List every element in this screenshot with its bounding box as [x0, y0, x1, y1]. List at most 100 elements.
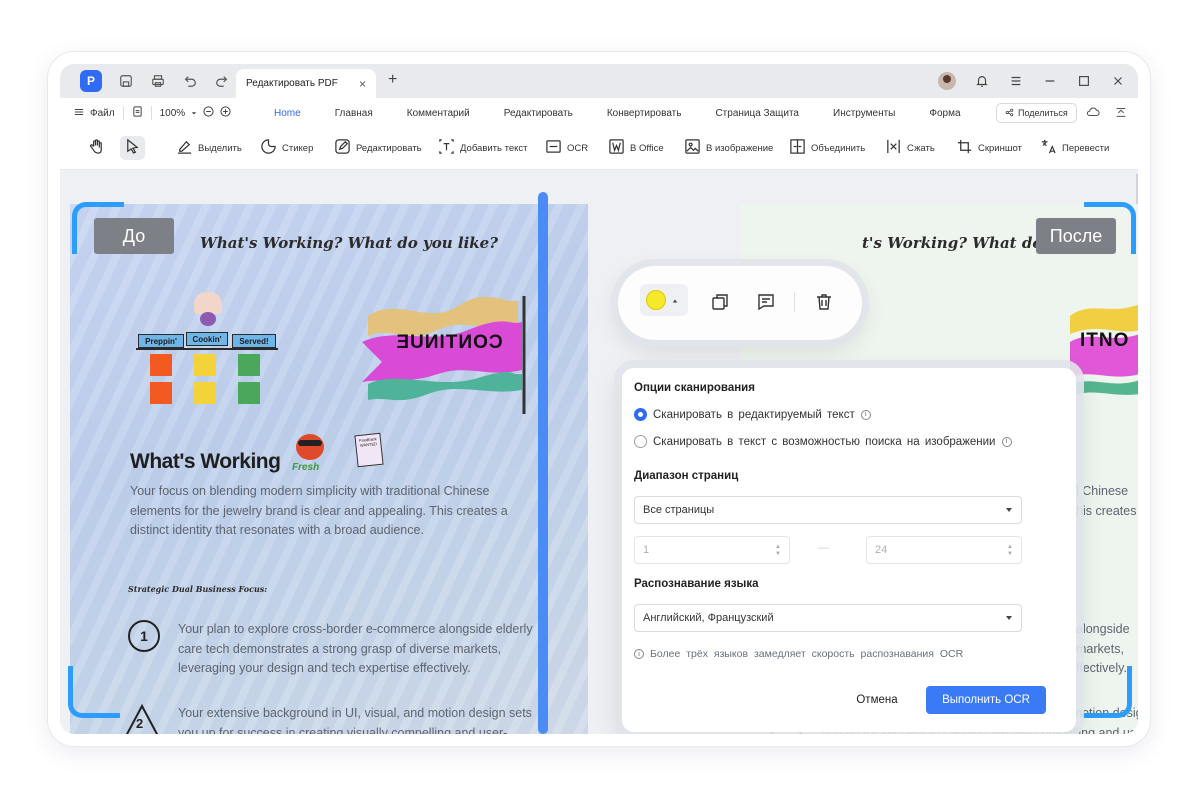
title-bar: P Редактировать PDF × + — [60, 64, 1138, 98]
collapse-ribbon-icon[interactable] — [1114, 105, 1128, 122]
screenshot-frame: P Редактировать PDF × + Файл 100% Home Г… — [48, 52, 1150, 746]
tool-highlight[interactable]: Выделить — [176, 136, 242, 160]
user-avatar[interactable] — [938, 72, 956, 90]
tool-to-office[interactable]: В Office — [608, 136, 664, 160]
trash-icon[interactable] — [814, 292, 834, 312]
radio-editable-text-label: Сканировать в редактируемый текст — [653, 408, 855, 421]
stepper-icon[interactable]: ▲ ▼ — [775, 544, 781, 558]
paragraph-1-right: l Chinese his creates — [1076, 482, 1138, 521]
menu-main[interactable]: Главная — [335, 108, 373, 119]
close-tab-icon[interactable]: × — [359, 77, 366, 91]
zoom-in-icon[interactable] — [220, 106, 231, 120]
cancel-button[interactable]: Отмена — [842, 686, 912, 714]
menu-page-protect[interactable]: Страница Защита — [715, 108, 799, 119]
cloud-icon[interactable] — [1086, 105, 1100, 122]
save-icon[interactable] — [118, 73, 134, 89]
to-page-input[interactable]: 24 ▲ ▼ — [866, 536, 1022, 564]
color-block — [238, 354, 260, 376]
sunglasses-icon — [298, 440, 322, 446]
paragraph-line: alongside — [1076, 622, 1130, 636]
language-select[interactable]: Английский, Французский — [634, 604, 1022, 632]
language-hint: i Более трёх языков замедляет скорость р… — [634, 648, 963, 660]
share-label: Поделиться — [1018, 108, 1068, 118]
board-rule — [136, 348, 278, 350]
screenshot-icon — [956, 138, 973, 158]
tool-edit[interactable]: Редактировать — [334, 136, 422, 160]
radio-editable-text[interactable]: Сканировать в редактируемый текст i — [634, 408, 871, 421]
share-button[interactable]: Поделиться — [996, 103, 1077, 123]
minimize-icon[interactable] — [1042, 73, 1058, 89]
radio-button-selected[interactable] — [634, 408, 647, 421]
close-window-icon[interactable] — [1110, 73, 1126, 89]
main-menu: Home Главная Комментарий Редактировать К… — [274, 98, 995, 128]
tool-translate[interactable]: Перевести — [1040, 136, 1109, 160]
file-menu[interactable]: Файл — [74, 107, 115, 120]
block-label-preppin: Preppin' — [138, 334, 184, 348]
hand-tool[interactable] — [88, 136, 105, 160]
menu-home[interactable]: Home — [274, 108, 301, 119]
tool-sticker-label: Стикер — [282, 142, 314, 154]
floating-annotation-toolbar — [618, 266, 862, 340]
scan-options-title: Опции сканирования — [634, 382, 755, 394]
translate-icon — [1040, 138, 1057, 158]
menu-form[interactable]: Форма — [929, 108, 960, 119]
tool-merge[interactable]: Объединить — [789, 136, 865, 160]
menu-comment[interactable]: Комментарий — [407, 108, 470, 119]
page-range-select[interactable]: Все страницы — [634, 496, 1022, 524]
color-block — [150, 354, 172, 376]
zoom-control[interactable]: 100% — [160, 106, 232, 120]
highlight-color-picker[interactable] — [640, 284, 688, 316]
menu-convert[interactable]: Конвертировать — [607, 108, 682, 119]
tool-merge-label: Объединить — [811, 142, 866, 154]
tool-add-text[interactable]: Добавить текст — [438, 136, 528, 160]
menu-edit[interactable]: Редактировать — [504, 108, 573, 119]
redo-icon[interactable] — [214, 73, 230, 89]
document-canvas[interactable]: What's Working? What do you like? Preppi… — [60, 170, 1138, 734]
color-block — [238, 382, 260, 404]
maximize-icon[interactable] — [1076, 73, 1092, 89]
print-icon[interactable] — [150, 73, 166, 89]
tool-ocr[interactable]: OCR — [545, 136, 588, 160]
info-icon[interactable]: i — [1001, 436, 1012, 447]
radio-searchable-text[interactable]: Сканировать в текст с возможностью поиск… — [634, 435, 1012, 448]
tool-screenshot[interactable]: Скриншот — [956, 136, 1022, 160]
banner-text-right: ITNO — [1080, 330, 1130, 351]
page-icon[interactable] — [132, 106, 143, 120]
from-page-input[interactable]: 1 ▲ ▼ — [634, 536, 790, 564]
strategic-label: Strategic Dual Business Focus: — [128, 584, 268, 594]
tool-translate-label: Перевести — [1062, 142, 1110, 154]
crop-corner-top-left — [72, 202, 124, 254]
app-logo-icon[interactable]: P — [80, 70, 102, 92]
zoom-out-icon[interactable] — [203, 106, 214, 120]
select-tool[interactable] — [120, 136, 145, 160]
menu-tools[interactable]: Инструменты — [833, 108, 895, 119]
dropdown-caret-icon — [1006, 508, 1012, 512]
block-label-served: Served! — [232, 334, 276, 348]
number-badge-1: 1 — [128, 620, 160, 652]
info-icon[interactable]: i — [860, 409, 871, 420]
ribbon-toolbar: Выделить Стикер Редактировать Добавить т… — [60, 128, 1138, 170]
compare-slider-handle[interactable] — [538, 192, 548, 734]
tool-compress[interactable]: Сжать — [885, 136, 935, 160]
run-ocr-button[interactable]: Выполнить OCR — [926, 686, 1046, 714]
new-tab-icon[interactable]: + — [388, 71, 397, 89]
chef-hat-illustration — [194, 292, 222, 314]
zoom-dropdown-icon[interactable] — [191, 108, 197, 119]
add-text-icon — [438, 138, 455, 158]
tool-to-image[interactable]: В изображение — [684, 136, 773, 160]
edit-icon — [334, 138, 351, 158]
radio-button[interactable] — [634, 435, 647, 448]
zoom-value: 100% — [159, 107, 186, 119]
comment-icon[interactable] — [756, 292, 776, 312]
bell-icon[interactable] — [974, 73, 990, 89]
tool-sticker[interactable]: Стикер — [260, 136, 313, 160]
color-block — [194, 354, 216, 376]
hamburger-menu-icon[interactable] — [1008, 73, 1024, 89]
stepper-icon[interactable]: ▲ ▼ — [1007, 544, 1013, 558]
section-heading: What's Working — [130, 450, 281, 473]
language-title: Распознавание языка — [634, 578, 759, 590]
undo-icon[interactable] — [182, 73, 198, 89]
copy-icon[interactable] — [710, 292, 730, 312]
document-tab[interactable]: Редактировать PDF × — [236, 69, 376, 98]
document-tab-label: Редактировать PDF — [246, 78, 338, 89]
